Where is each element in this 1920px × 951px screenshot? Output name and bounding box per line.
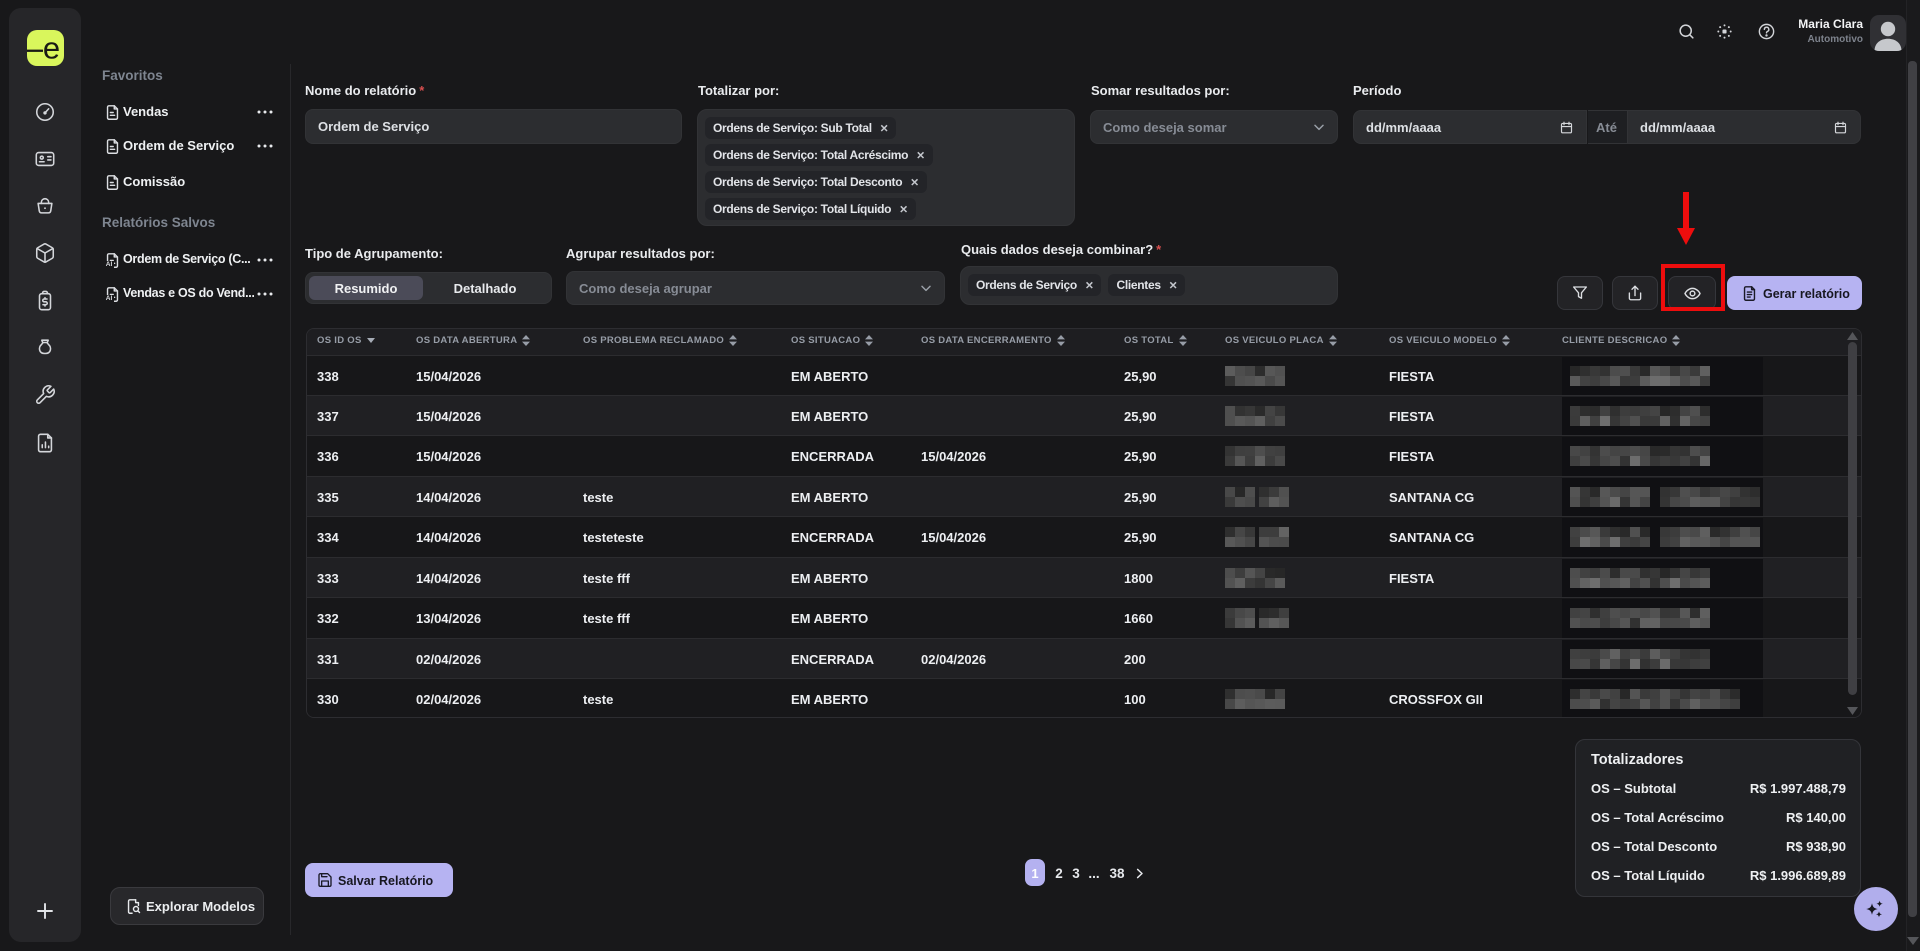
svg-text:e: e (43, 31, 60, 66)
